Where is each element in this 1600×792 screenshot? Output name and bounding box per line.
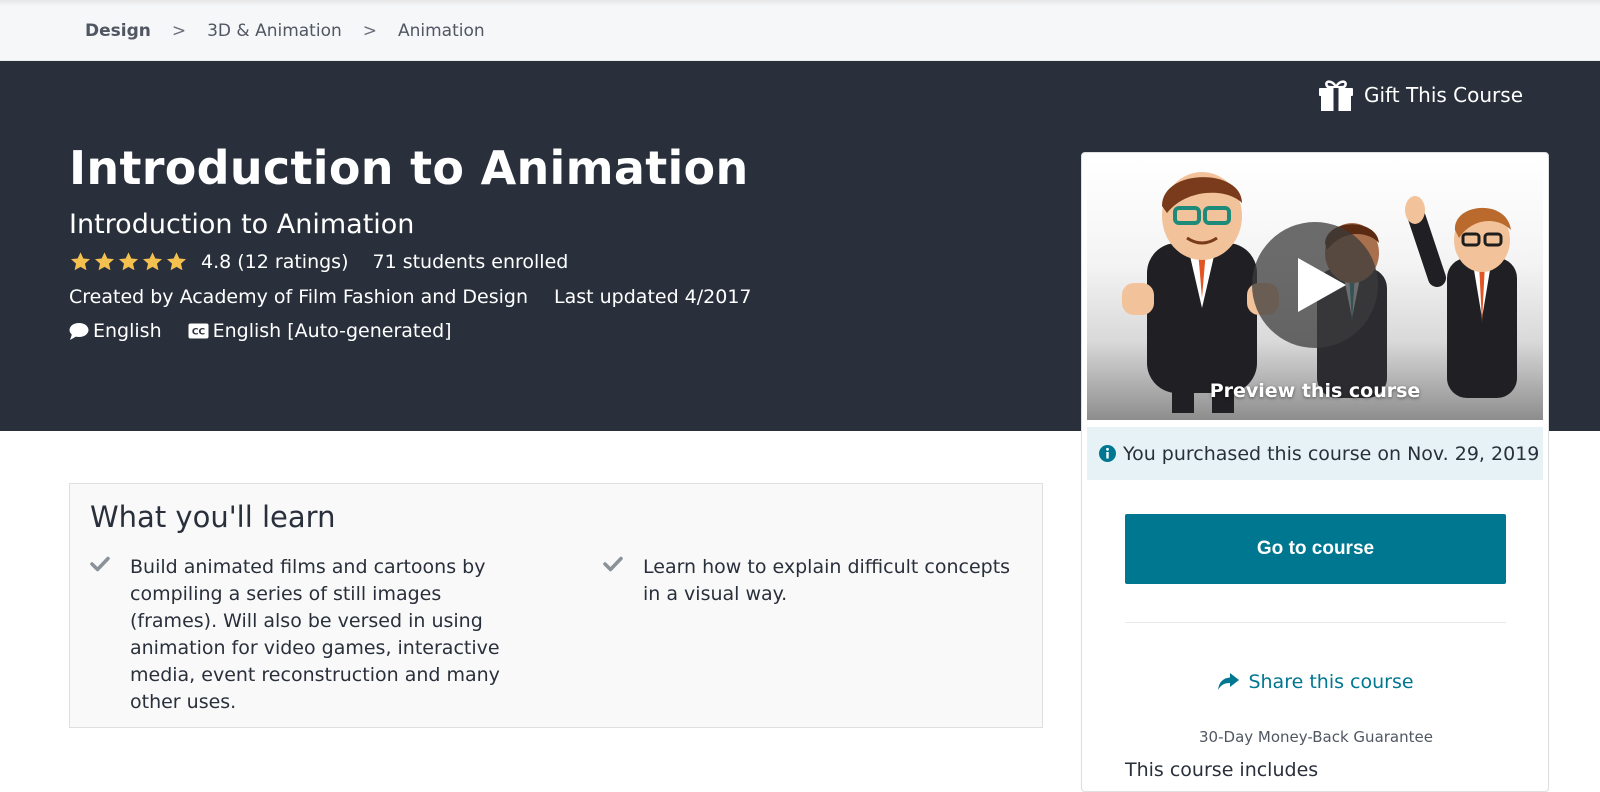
course-title: Introduction to Animation: [69, 141, 749, 195]
breadcrumb: Design > 3D & Animation > Animation: [85, 21, 485, 41]
closed-captions-icon: CC: [188, 323, 209, 339]
star-rating: [69, 251, 189, 273]
share-course-label: Share this course: [1248, 671, 1414, 693]
learn-item-text: Learn how to explain difficult concepts …: [643, 556, 1011, 605]
rating-row: 4.8 (12 ratings) 71 students enrolled: [69, 251, 568, 273]
learn-item-text: Build animated films and cartoons by com…: [130, 556, 500, 713]
breadcrumb-separator: >: [362, 21, 377, 41]
purchase-notice: You purchased this course on Nov. 29, 20…: [1087, 427, 1543, 480]
language-label: English: [93, 320, 162, 342]
what-youll-learn: What you'll learn Build animated films a…: [69, 483, 1043, 728]
go-to-course-button[interactable]: Go to course: [1125, 514, 1506, 584]
share-icon: [1218, 673, 1240, 690]
play-icon[interactable]: [1252, 222, 1378, 348]
instructor-credit[interactable]: Created by Academy of Film Fashion and D…: [69, 286, 528, 308]
meta-row: Created by Academy of Film Fashion and D…: [69, 286, 752, 308]
learn-title: What you'll learn: [90, 500, 336, 534]
star-icon: [118, 252, 139, 271]
purchase-notice-text: You purchased this course on Nov. 29, 20…: [1123, 442, 1540, 465]
breadcrumb-design[interactable]: Design: [85, 21, 151, 41]
info-icon: [1099, 445, 1116, 462]
star-icon: [70, 252, 91, 271]
last-updated: Last updated 4/2017: [554, 286, 752, 308]
check-icon: [90, 556, 110, 572]
rating-label[interactable]: 4.8 (12 ratings): [201, 251, 348, 273]
preview-label: Preview this course: [1209, 380, 1421, 402]
share-course-button[interactable]: Share this course: [1082, 671, 1550, 693]
language-row: English CC English [Auto-generated]: [69, 320, 452, 342]
enrolled-count: 71 students enrolled: [372, 251, 569, 273]
course-subtitle: Introduction to Animation: [69, 209, 415, 240]
breadcrumb-separator: >: [171, 21, 187, 41]
star-icon: [166, 252, 187, 271]
star-icon: [94, 252, 115, 271]
captions-label: English [Auto-generated]: [212, 320, 452, 342]
course-includes-title: This course includes: [1125, 759, 1319, 781]
money-back-guarantee: 30-Day Money-Back Guarantee: [1199, 728, 1433, 746]
gift-course-button[interactable]: Gift This Course: [1318, 79, 1523, 111]
gift-icon: [1319, 80, 1353, 111]
learn-item: Learn how to explain difficult concepts …: [603, 554, 1023, 608]
breadcrumb-animation[interactable]: Animation: [398, 21, 485, 41]
sidebar-divider: [1125, 622, 1506, 623]
gift-course-label: Gift This Course: [1364, 83, 1523, 107]
learn-item: Build animated films and cartoons by com…: [90, 554, 510, 716]
course-preview[interactable]: Preview this course: [1087, 158, 1543, 420]
breadcrumb-bar: Design > 3D & Animation > Animation: [0, 6, 1600, 61]
star-icon: [142, 252, 163, 271]
svg-text:CC: CC: [192, 328, 206, 338]
speech-bubble-icon: [69, 323, 89, 340]
purchase-sidebar: Preview this course You purchased this c…: [1081, 152, 1549, 792]
breadcrumb-3d-animation[interactable]: 3D & Animation: [207, 21, 342, 41]
check-icon: [603, 556, 623, 572]
